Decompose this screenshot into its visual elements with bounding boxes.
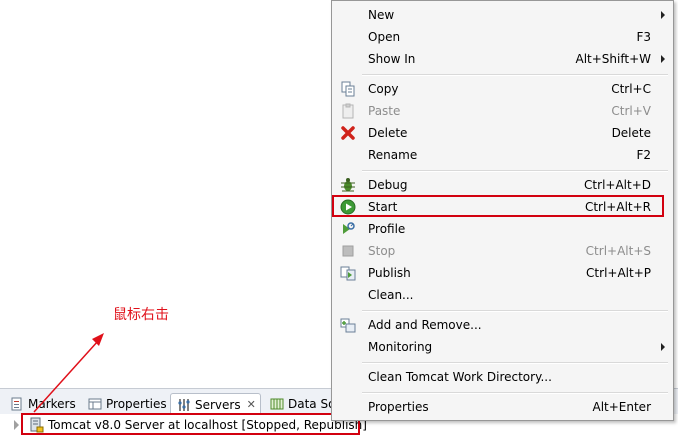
annotation-label: 鼠标右击 bbox=[113, 307, 169, 323]
delete-icon bbox=[341, 126, 355, 140]
menu-item-paste[interactable]: Paste Ctrl+V bbox=[334, 100, 671, 122]
menu-item-label: Show In bbox=[368, 52, 416, 66]
menu-item-shortcut: Delete bbox=[611, 126, 651, 140]
menu-separator bbox=[362, 362, 668, 364]
menu-item-copy[interactable]: Copy Ctrl+C bbox=[334, 78, 671, 100]
menu-item-clean[interactable]: Clean... bbox=[334, 284, 671, 306]
menu-item-label: Open bbox=[368, 30, 401, 44]
menu-item-start[interactable]: Start Ctrl+Alt+R bbox=[334, 196, 671, 218]
debug-icon bbox=[341, 178, 355, 192]
menu-item-shortcut: F2 bbox=[636, 148, 651, 162]
properties-icon bbox=[88, 398, 102, 410]
menu-item-shortcut: Ctrl+Alt+D bbox=[584, 178, 651, 192]
menu-item-label: Clean... bbox=[368, 288, 414, 302]
menu-item-clean-tomcat-work-directory[interactable]: Clean Tomcat Work Directory... bbox=[334, 366, 671, 388]
submenu-arrow-icon bbox=[661, 55, 665, 63]
menu-item-shortcut: Ctrl+Alt+P bbox=[586, 266, 651, 280]
tab-label: Properties bbox=[106, 397, 167, 411]
menu-item-label: Start bbox=[368, 200, 398, 214]
menu-separator bbox=[362, 310, 668, 312]
context-menu: New Open F3 Show In Alt+Shift+W Copy Ctr… bbox=[331, 0, 674, 421]
tab-markers[interactable]: Markers bbox=[4, 393, 80, 415]
menu-item-new[interactable]: New bbox=[334, 4, 671, 26]
menu-item-shortcut: Ctrl+Alt+R bbox=[584, 200, 651, 214]
expand-icon[interactable] bbox=[14, 420, 19, 430]
menu-item-label: Publish bbox=[368, 266, 411, 280]
profile-icon bbox=[343, 222, 355, 234]
add-remove-icon bbox=[340, 318, 356, 333]
servers-icon bbox=[178, 398, 190, 411]
menu-item-shortcut: Alt+Shift+W bbox=[575, 52, 652, 66]
menu-item-open[interactable]: Open F3 bbox=[334, 26, 671, 48]
markers-icon bbox=[11, 397, 22, 411]
menu-item-shortcut: Alt+Enter bbox=[592, 400, 651, 414]
tab-label: Markers bbox=[28, 397, 76, 411]
menu-item-label: Properties bbox=[368, 400, 429, 414]
menu-item-label: New bbox=[368, 8, 395, 22]
tab-servers[interactable]: Servers ✕ bbox=[170, 393, 261, 415]
menu-item-label: Delete bbox=[368, 126, 408, 140]
close-icon[interactable]: ✕ bbox=[247, 398, 256, 411]
menu-item-shortcut: Ctrl+Alt+S bbox=[585, 244, 651, 258]
menu-separator bbox=[362, 170, 668, 172]
menu-item-shortcut: Ctrl+V bbox=[611, 104, 651, 118]
tab-label: Servers bbox=[195, 397, 241, 412]
menu-item-label: Clean Tomcat Work Directory... bbox=[368, 370, 552, 384]
paste-icon bbox=[342, 103, 354, 119]
menu-separator bbox=[362, 392, 668, 394]
menu-item-monitoring[interactable]: Monitoring bbox=[334, 336, 671, 358]
menu-item-label: Debug bbox=[368, 178, 408, 192]
tab-data-source[interactable]: Data So bbox=[264, 393, 339, 415]
menu-item-label: Stop bbox=[368, 244, 396, 258]
menu-item-label: Rename bbox=[368, 148, 418, 162]
menu-item-shortcut: Ctrl+C bbox=[611, 82, 651, 96]
publish-icon bbox=[340, 266, 356, 281]
menu-item-show-in[interactable]: Show In Alt+Shift+W bbox=[334, 48, 671, 70]
menu-item-label: Add and Remove... bbox=[368, 318, 482, 332]
menu-item-debug[interactable]: Debug Ctrl+Alt+D bbox=[334, 174, 671, 196]
menu-item-rename[interactable]: Rename F2 bbox=[334, 144, 671, 166]
menu-item-stop[interactable]: Stop Ctrl+Alt+S bbox=[334, 240, 671, 262]
tab-properties[interactable]: Properties bbox=[82, 393, 171, 415]
submenu-arrow-icon bbox=[661, 11, 665, 19]
menu-item-label: Copy bbox=[368, 82, 399, 96]
menu-item-label: Profile bbox=[368, 222, 406, 236]
menu-item-label: Monitoring bbox=[368, 340, 433, 354]
menu-item-publish[interactable]: Publish Ctrl+Alt+P bbox=[334, 262, 671, 284]
tomcat-server-icon bbox=[30, 417, 44, 433]
menu-item-shortcut: F3 bbox=[636, 30, 651, 44]
menu-item-add-and-remove[interactable]: Add and Remove... bbox=[334, 314, 671, 336]
data-source-icon bbox=[270, 398, 284, 410]
server-label: Tomcat v8.0 Server at localhost [Stopped… bbox=[48, 418, 367, 432]
menu-item-profile[interactable]: Profile bbox=[334, 218, 671, 240]
submenu-arrow-icon bbox=[661, 343, 665, 351]
menu-separator bbox=[362, 74, 668, 76]
start-icon bbox=[340, 199, 356, 215]
stop-icon bbox=[342, 245, 354, 257]
menu-item-delete[interactable]: Delete Delete bbox=[334, 122, 671, 144]
copy-icon bbox=[341, 81, 355, 97]
menu-item-label: Paste bbox=[368, 104, 401, 118]
tab-label: Data So bbox=[288, 397, 336, 411]
menu-item-properties[interactable]: Properties Alt+Enter bbox=[334, 396, 671, 418]
server-tree-item[interactable]: Tomcat v8.0 Server at localhost [Stopped… bbox=[22, 415, 367, 435]
